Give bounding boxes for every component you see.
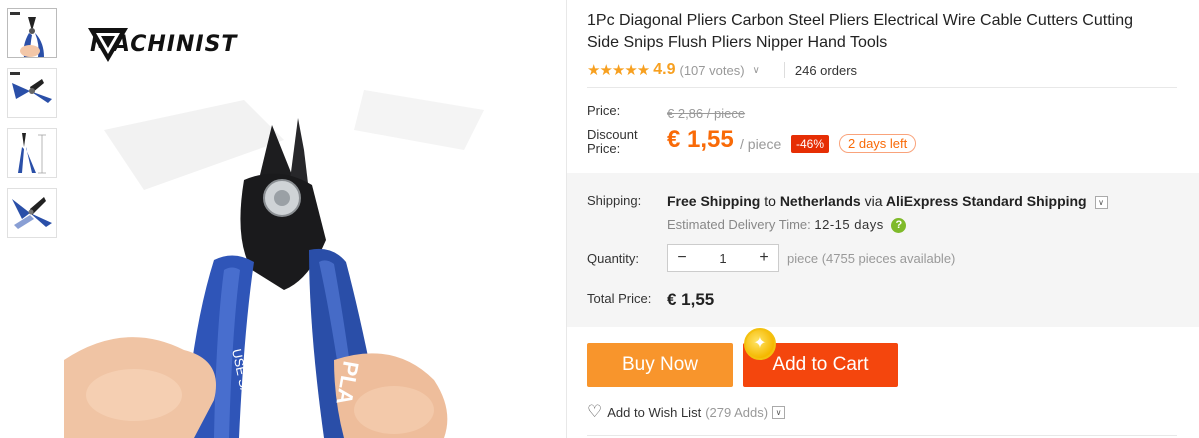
shipping-country: Netherlands (779, 193, 861, 209)
estimated-delivery-label: Estimated Delivery Time: (667, 217, 811, 232)
chevron-down-icon[interactable]: ∨ (753, 65, 760, 76)
shipping-info[interactable]: Free Shipping to Netherlands via AliExpr… (667, 193, 1108, 209)
star-rating-icon: ★★★★★ (587, 62, 650, 79)
shipping-to-text: to (764, 193, 776, 209)
decrease-quantity-button[interactable]: − (668, 245, 696, 271)
quantity-available: piece (4755 pieces available) (787, 251, 956, 266)
discount-badge: -46% (791, 135, 830, 153)
rating-row: ★★★★★ 4.9 (107 votes) ∨ 246 orders (587, 60, 1177, 80)
wishlist-count: (279 Adds) (705, 404, 769, 420)
wishlist-row[interactable]: ♡ Add to Wish List (279 Adds) ∨ (587, 402, 786, 422)
original-price: € 2,86 / piece (667, 106, 746, 121)
estimated-delivery: Estimated Delivery Time: 12-15 days ? (667, 217, 907, 234)
divider (587, 87, 1177, 88)
free-shipping-text: Free Shipping (667, 193, 761, 209)
quantity-label: Quantity: (587, 251, 640, 266)
purchase-options: Shipping: Free Shipping to Netherlands v… (567, 173, 1199, 327)
total-price-label: Total Price: (587, 291, 652, 306)
buy-now-button[interactable]: Buy Now (587, 343, 733, 387)
thumbnail-4[interactable] (7, 188, 57, 238)
discount-price: € 1,55 (667, 126, 734, 153)
coin-icon: ✦ (744, 328, 776, 360)
add-to-wishlist-link[interactable]: Add to Wish List (607, 405, 701, 420)
chevron-down-icon[interactable]: ∨ (772, 405, 786, 419)
estimated-delivery-value: 12-15 days (814, 217, 884, 232)
thumbnail-list (7, 8, 57, 248)
quantity-stepper: − + (667, 244, 779, 272)
rating-value: 4.9 (653, 61, 676, 78)
thumbnail-1[interactable] (7, 8, 57, 58)
shipping-label: Shipping: (587, 193, 642, 208)
shipping-method: AliExpress Standard Shipping (885, 193, 1087, 209)
increase-quantity-button[interactable]: + (750, 245, 778, 271)
chevron-down-icon[interactable]: ∨ (1094, 195, 1108, 209)
rating-separator (783, 62, 785, 78)
discount-price-label: Discount Price: (587, 127, 638, 156)
sparkle-icon: ✦ (753, 335, 767, 352)
per-piece-unit: / piece (740, 136, 782, 152)
quantity-input[interactable] (696, 250, 750, 266)
main-product-image[interactable]: USE SAFETY PLA MACHINIST (64, 0, 564, 438)
product-title: 1Pc Diagonal Pliers Carbon Steel Pliers … (587, 12, 1133, 51)
votes-count[interactable]: (107 votes) (680, 63, 745, 78)
brand-logo: MACHINIST (84, 18, 237, 70)
thumbnail-2[interactable] (7, 68, 57, 118)
heart-icon[interactable]: ♡ (587, 402, 602, 422)
product-info: 1Pc Diagonal Pliers Carbon Steel Pliers … (587, 0, 1177, 80)
divider (587, 435, 1177, 436)
help-icon[interactable]: ? (891, 218, 907, 234)
price-label: Price: (587, 103, 621, 118)
shipping-via-text: via (864, 193, 883, 209)
total-price-value: € 1,55 (667, 290, 715, 309)
days-left-badge: 2 days left (839, 134, 917, 153)
orders-count: 246 orders (794, 62, 858, 78)
machinist-logo-icon (88, 28, 128, 62)
thumbnail-3[interactable] (7, 128, 57, 178)
